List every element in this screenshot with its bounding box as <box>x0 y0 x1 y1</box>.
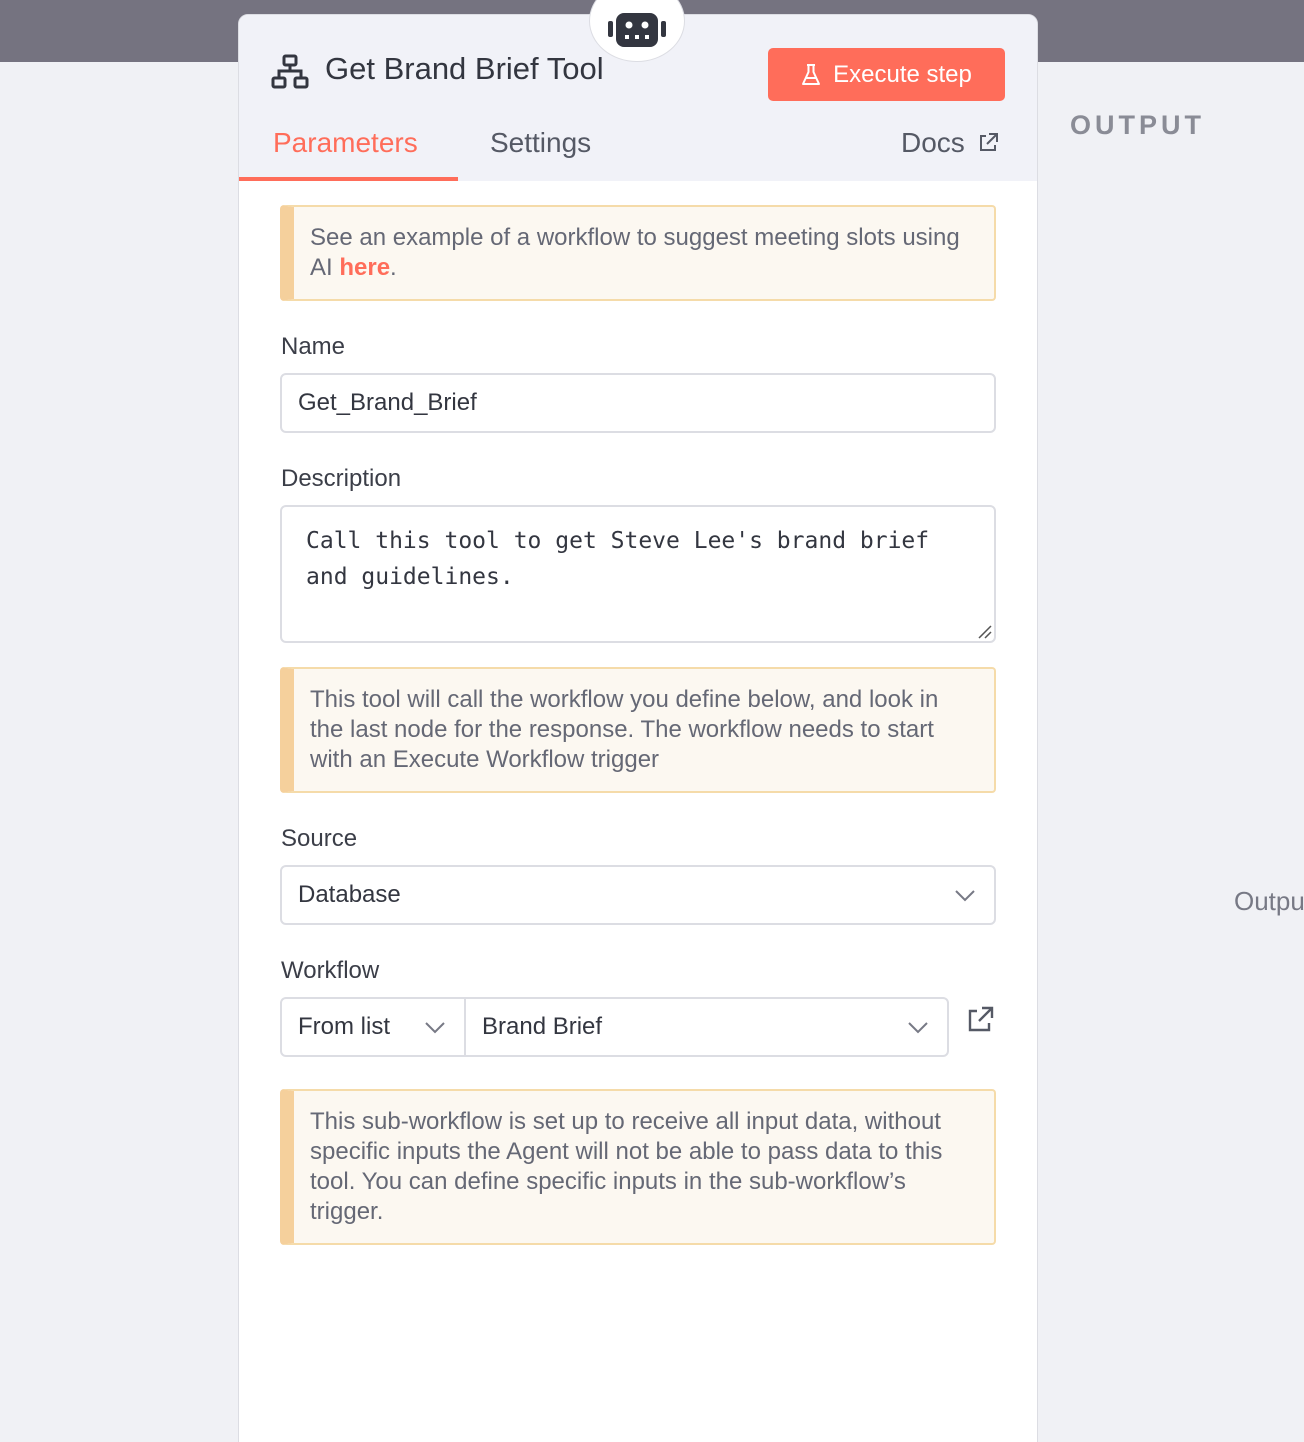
workflow-select[interactable]: Brand Brief <box>464 997 949 1057</box>
output-panel-hint: Outpu <box>1234 886 1304 916</box>
description-label: Description <box>281 465 402 492</box>
name-input[interactable]: Get_Brand_Brief <box>280 373 996 433</box>
subworkflow-notice: This sub-workflow is set up to receive a… <box>280 1089 996 1245</box>
tab-docs[interactable]: Docs <box>901 127 999 159</box>
source-label: Source <box>281 825 358 852</box>
name-value: Get_Brand_Brief <box>298 389 477 416</box>
chevron-down-icon <box>955 890 975 902</box>
active-tab-indicator <box>239 177 458 181</box>
resize-handle-icon[interactable] <box>976 623 992 639</box>
tab-settings[interactable]: Settings <box>490 127 591 159</box>
tool-info-text: This tool will call the workflow you def… <box>310 686 939 773</box>
execute-step-label: Execute step <box>833 60 972 88</box>
example-link[interactable]: here <box>339 254 390 281</box>
external-link-icon <box>979 133 998 151</box>
node-parameters-panel: Get Brand Brief Tool Execute step Parame… <box>238 14 1038 1442</box>
chevron-down-icon <box>425 1022 445 1034</box>
workflow-mode-value: From list <box>298 1013 390 1040</box>
flask-icon <box>802 63 821 85</box>
name-label: Name <box>281 333 346 360</box>
workflow-mode-select[interactable]: From list <box>280 997 466 1057</box>
docs-label: Docs <box>901 127 965 158</box>
workflow-label: Workflow <box>281 957 380 984</box>
description-textarea[interactable]: Call this tool to get Steve Lee's brand … <box>280 505 996 643</box>
chevron-down-icon <box>908 1022 928 1034</box>
subworkflow-info-text: This sub-workflow is set up to receive a… <box>310 1108 943 1225</box>
example-notice: See an example of a workflow to suggest … <box>280 205 996 301</box>
sitemap-icon <box>271 54 309 89</box>
tool-info-notice: This tool will call the workflow you def… <box>280 667 996 793</box>
robot-icon <box>608 13 666 47</box>
source-value: Database <box>298 881 401 908</box>
example-notice-end: . <box>390 254 397 281</box>
output-panel-title: OUTPUT <box>1070 110 1205 140</box>
workflow-value: Brand Brief <box>482 1013 603 1040</box>
description-value: Call this tool to get Steve Lee's brand … <box>306 528 930 590</box>
tab-parameters[interactable]: Parameters <box>273 127 418 159</box>
open-workflow-external-icon[interactable] <box>965 1005 995 1035</box>
node-title[interactable]: Get Brand Brief Tool <box>325 51 604 87</box>
source-select[interactable]: Database <box>280 865 996 925</box>
example-notice-text: See an example of a workflow to suggest … <box>310 224 960 281</box>
execute-step-button[interactable]: Execute step <box>768 48 1005 101</box>
